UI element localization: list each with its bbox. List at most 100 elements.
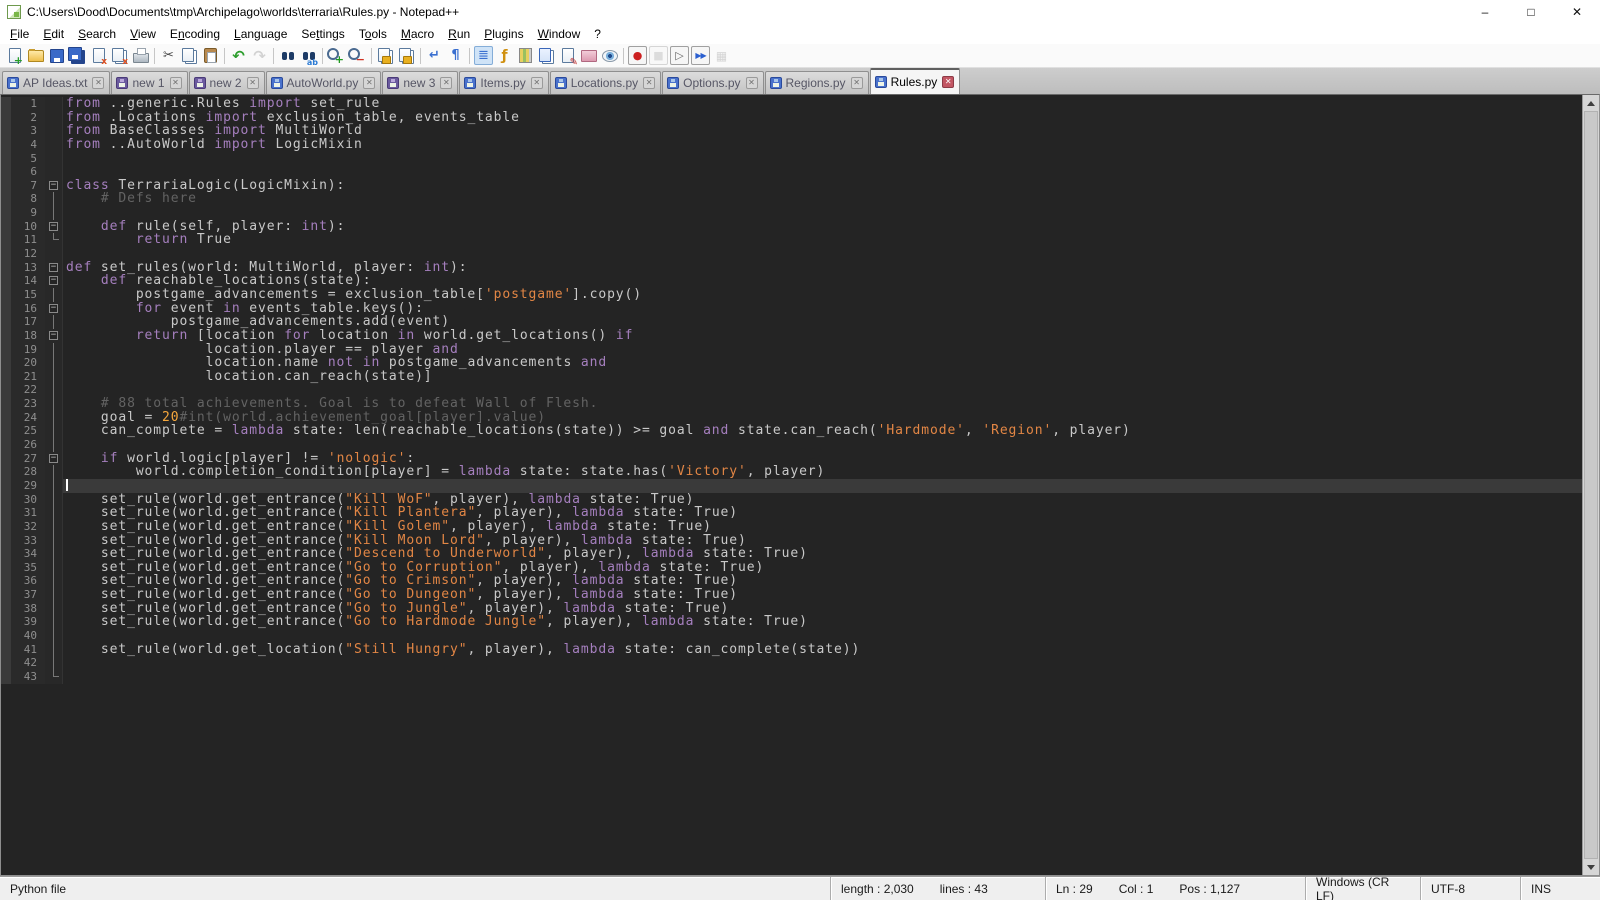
code-line[interactable]: 27− if world.logic[player] != 'nologic': — [1, 452, 1582, 466]
code-text[interactable]: # 88 total achievements. Goal is to defe… — [63, 397, 1582, 411]
folder-as-workspace-icon[interactable] — [579, 46, 598, 65]
code-text[interactable]: from BaseClasses import MultiWorld — [63, 124, 1582, 138]
code-line[interactable]: 21 location.can_reach(state)] — [1, 370, 1582, 384]
code-text[interactable]: postgame_advancements = exclusion_table[… — [63, 288, 1582, 302]
tab-close-icon[interactable]: ✕ — [851, 77, 863, 89]
menu-macro[interactable]: Macro — [394, 25, 441, 43]
menu-encoding[interactable]: Encoding — [163, 25, 227, 43]
code-text[interactable]: set_rule(world.get_entrance("Go to Dunge… — [63, 588, 1582, 602]
code-text[interactable]: set_rule(world.get_entrance("Kill Moon L… — [63, 534, 1582, 548]
save-all-icon[interactable] — [68, 46, 87, 65]
macro-start-recording-icon[interactable] — [628, 46, 647, 65]
code-line[interactable]: 40 — [1, 629, 1582, 643]
monitoring-document-icon[interactable] — [558, 46, 577, 65]
code-line[interactable]: 28 world.completion_condition[player] = … — [1, 465, 1582, 479]
code-line[interactable]: 24 goal = 20#int(world.achievement_goal[… — [1, 411, 1582, 425]
tab-close-icon[interactable]: ✕ — [942, 76, 954, 88]
code-text[interactable] — [63, 165, 1582, 179]
tab-locations-py[interactable]: Locations.py✕ — [550, 71, 661, 94]
tab-new-2[interactable]: new 2✕ — [189, 71, 265, 94]
code-line[interactable]: 15 postgame_advancements = exclusion_tab… — [1, 288, 1582, 302]
code-text[interactable]: from ..AutoWorld import LogicMixin — [63, 138, 1582, 152]
code-line[interactable]: 29 — [1, 479, 1582, 493]
code-line[interactable]: 39 set_rule(world.get_entrance("Go to Ha… — [1, 615, 1582, 629]
window-close-button[interactable]: ✕ — [1554, 0, 1600, 23]
status-eol-format[interactable]: Windows (CR LF) — [1305, 877, 1420, 900]
sync-horizontal-scrolling-icon[interactable] — [397, 46, 416, 65]
window-maximize-button[interactable]: □ — [1508, 0, 1554, 23]
code-text[interactable]: set_rule(world.get_entrance("Kill Golem"… — [63, 520, 1582, 534]
code-text[interactable]: set_rule(world.get_entrance("Go to Crims… — [63, 574, 1582, 588]
menu-edit[interactable]: Edit — [36, 25, 71, 43]
code-line[interactable]: 9 — [1, 206, 1582, 220]
sync-vertical-scrolling-icon[interactable] — [376, 46, 395, 65]
macro-run-multiple-times-icon[interactable] — [691, 46, 710, 65]
menu-search[interactable]: Search — [71, 25, 123, 43]
menu-file[interactable]: File — [3, 25, 36, 43]
fold-collapse-icon[interactable]: − — [49, 222, 58, 231]
replace-icon[interactable] — [299, 46, 318, 65]
code-line[interactable]: 35 set_rule(world.get_entrance("Go to Co… — [1, 561, 1582, 575]
macro-save-icon[interactable] — [712, 46, 731, 65]
menu-help[interactable]: ? — [587, 25, 608, 43]
code-text[interactable]: goal = 20#int(world.achievement_goal[pla… — [63, 411, 1582, 425]
document-list-icon[interactable] — [537, 46, 556, 65]
tab-close-icon[interactable]: ✕ — [247, 77, 259, 89]
code-line[interactable]: 12 — [1, 247, 1582, 261]
show-all-characters-icon[interactable] — [446, 46, 465, 65]
code-text[interactable]: def reachable_locations(state): — [63, 274, 1582, 288]
code-line[interactable]: 26 — [1, 438, 1582, 452]
menu-run[interactable]: Run — [441, 25, 477, 43]
code-text[interactable]: # Defs here — [63, 192, 1582, 206]
code-text[interactable] — [63, 152, 1582, 166]
function-list-icon[interactable] — [495, 46, 514, 65]
code-line[interactable]: 30 set_rule(world.get_entrance("Kill WoF… — [1, 493, 1582, 507]
code-line[interactable]: 5 — [1, 152, 1582, 166]
redo-icon[interactable] — [250, 46, 269, 65]
code-text[interactable]: set_rule(world.get_entrance("Kill WoF", … — [63, 493, 1582, 507]
code-line[interactable]: 10− def rule(self, player: int): — [1, 220, 1582, 234]
code-line[interactable]: 7−class TerrariaLogic(LogicMixin): — [1, 179, 1582, 193]
tab-regions-py[interactable]: Regions.py✕ — [765, 71, 869, 94]
code-text[interactable]: from .Locations import exclusion_table, … — [63, 111, 1582, 125]
code-line[interactable]: 16− for event in events_table.keys(): — [1, 302, 1582, 316]
title-bar[interactable]: C:\Users\Dood\Documents\tmp\Archipelago\… — [0, 0, 1600, 23]
tab-new-3[interactable]: new 3✕ — [382, 71, 458, 94]
code-line[interactable]: 32 set_rule(world.get_entrance("Kill Gol… — [1, 520, 1582, 534]
monitoring-eye-icon[interactable] — [600, 46, 619, 65]
code-line[interactable]: 19 location.player == player and — [1, 343, 1582, 357]
fold-collapse-icon[interactable]: − — [49, 263, 58, 272]
code-line[interactable]: 36 set_rule(world.get_entrance("Go to Cr… — [1, 574, 1582, 588]
undo-icon[interactable] — [229, 46, 248, 65]
tab-close-icon[interactable]: ✕ — [531, 77, 543, 89]
copy-icon[interactable] — [180, 46, 199, 65]
code-line[interactable]: 3from BaseClasses import MultiWorld — [1, 124, 1582, 138]
close-file-icon[interactable] — [89, 46, 108, 65]
tab-autoworld-py[interactable]: AutoWorld.py✕ — [266, 71, 382, 94]
code-line[interactable]: 20 location.name not in postgame_advance… — [1, 356, 1582, 370]
document-map-icon[interactable] — [516, 46, 535, 65]
code-text[interactable] — [63, 247, 1582, 261]
code-text[interactable]: def set_rules(world: MultiWorld, player:… — [63, 261, 1582, 275]
code-text[interactable] — [63, 656, 1582, 670]
code-line[interactable]: 4from ..AutoWorld import LogicMixin — [1, 138, 1582, 152]
fold-collapse-icon[interactable]: − — [49, 276, 58, 285]
code-text[interactable]: class TerrariaLogic(LogicMixin): — [63, 179, 1582, 193]
code-text[interactable] — [63, 670, 1582, 684]
code-text[interactable]: set_rule(world.get_location("Still Hungr… — [63, 643, 1582, 657]
code-line[interactable]: 31 set_rule(world.get_entrance("Kill Pla… — [1, 506, 1582, 520]
code-text[interactable] — [63, 479, 1582, 493]
vertical-scrollbar[interactable] — [1582, 95, 1599, 875]
code-text[interactable]: return True — [63, 233, 1582, 247]
status-encoding[interactable]: UTF-8 — [1420, 877, 1520, 900]
menu-language[interactable]: Language — [227, 25, 294, 43]
tab-options-py[interactable]: Options.py✕ — [662, 71, 763, 94]
code-pane[interactable]: 1from ..generic.Rules import set_rule2fr… — [1, 95, 1582, 875]
fold-collapse-icon[interactable]: − — [49, 331, 58, 340]
code-text[interactable]: postgame_advancements.add(event) — [63, 315, 1582, 329]
zoom-in-icon[interactable] — [327, 46, 346, 65]
status-insert-mode[interactable]: INS — [1520, 877, 1600, 900]
fold-collapse-icon[interactable]: − — [49, 181, 58, 190]
editor[interactable]: 1from ..generic.Rules import set_rule2fr… — [0, 94, 1600, 876]
cut-icon[interactable] — [159, 46, 178, 65]
